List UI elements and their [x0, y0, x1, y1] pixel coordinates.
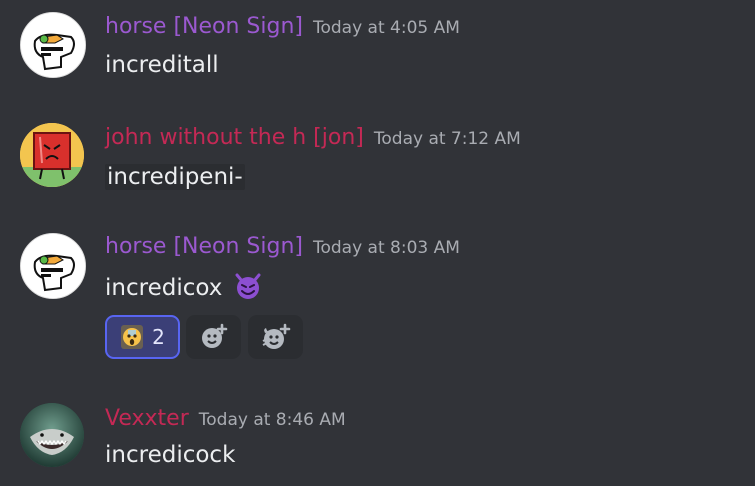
message-header: john without the h [jon] Today at 7:12 AM — [105, 125, 521, 150]
timestamp[interactable]: Today at 7:12 AM — [374, 129, 521, 149]
message-text-value: incredipeni- — [105, 164, 245, 190]
message-content: incredicox — [105, 272, 262, 301]
message-text: incredipeni- — [105, 164, 245, 190]
horse-avatar[interactable] — [20, 12, 86, 78]
reaction-button[interactable]: 2 — [105, 315, 180, 359]
screaming-face-emoji — [121, 325, 144, 349]
message: john without the h [jon] Today at 7:12 AM… — [0, 110, 755, 210]
message-header: horse [Neon Sign] Today at 4:05 AM — [105, 14, 460, 39]
author-name[interactable]: john without the h [jon] — [105, 125, 364, 150]
message-header: horse [Neon Sign] Today at 8:03 AM — [105, 234, 460, 259]
message: horse [Neon Sign] Today at 4:05 AM incred… — [0, 0, 755, 100]
message: horse [Neon Sign] Today at 8:03 AM incred… — [0, 220, 755, 370]
message-text: incredicox — [105, 275, 223, 301]
add-reaction-icon — [201, 323, 227, 348]
timestamp[interactable]: Today at 8:46 AM — [199, 410, 346, 430]
smiling-devil-emoji — [235, 273, 261, 299]
add-super-reaction-icon — [262, 323, 290, 349]
reaction-count: 2 — [152, 325, 165, 349]
red-block-avatar[interactable] — [20, 123, 84, 187]
horse-avatar[interactable] — [20, 233, 86, 299]
add-reaction-button[interactable] — [186, 315, 241, 359]
timestamp[interactable]: Today at 4:05 AM — [313, 18, 460, 38]
add-super-reaction-button[interactable] — [248, 315, 303, 359]
shark-avatar[interactable] — [20, 403, 84, 467]
message-text: incredicock — [105, 442, 236, 468]
author-name[interactable]: Vexxter — [105, 406, 189, 431]
author-name[interactable]: horse [Neon Sign] — [105, 14, 303, 39]
message: Vexxter Today at 8:46 AM incredicock — [0, 390, 755, 486]
timestamp[interactable]: Today at 8:03 AM — [313, 238, 460, 258]
message-header: Vexxter Today at 8:46 AM — [105, 406, 346, 431]
author-name[interactable]: horse [Neon Sign] — [105, 234, 303, 259]
message-text: increditall — [105, 52, 219, 78]
